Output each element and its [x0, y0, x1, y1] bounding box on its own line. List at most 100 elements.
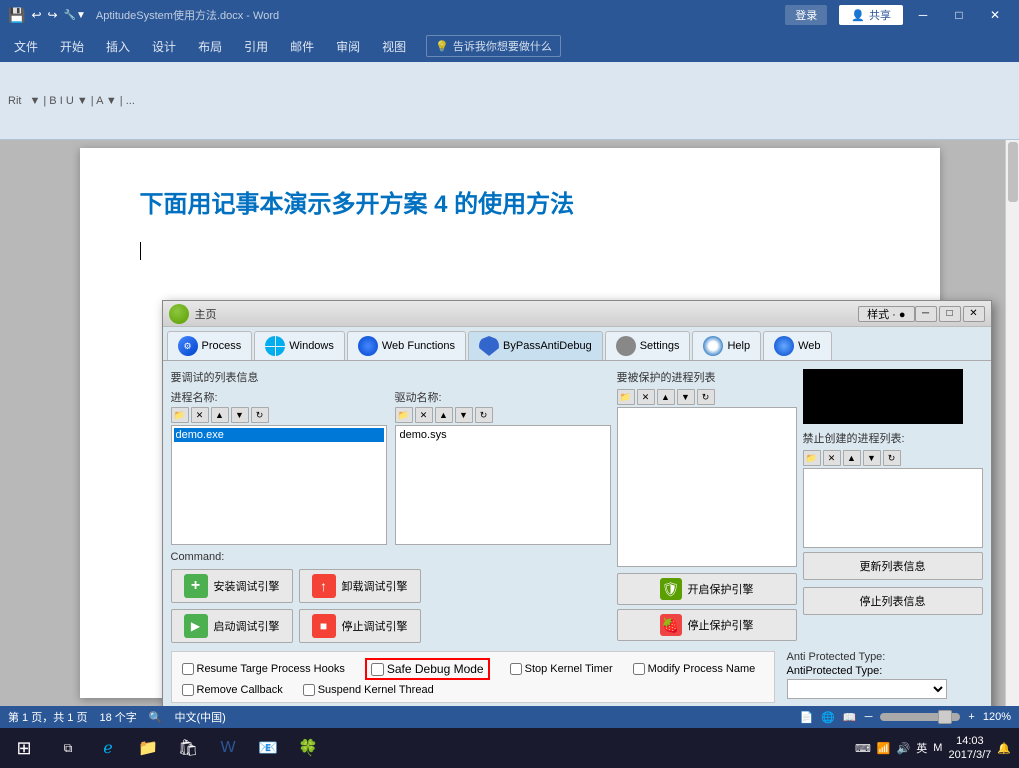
tab-layout[interactable]: 布局 — [188, 34, 232, 59]
stop-list-btn[interactable]: 停止列表信息 — [803, 587, 983, 615]
process-item[interactable]: demo.exe — [174, 428, 384, 442]
tab-design[interactable]: 设计 — [142, 34, 186, 59]
prot-open-btn[interactable]: 📁 — [617, 389, 635, 405]
prot-refresh-btn[interactable]: ↻ — [697, 389, 715, 405]
volume-icon[interactable]: 🔊 — [897, 742, 911, 755]
remove-callback-checkbox[interactable] — [182, 684, 194, 696]
zoom-handle[interactable] — [938, 710, 952, 724]
tab-start[interactable]: 开始 — [50, 34, 94, 59]
explorer-icon[interactable]: 📁 — [128, 728, 168, 768]
customize-icon[interactable]: 🔧▼ — [64, 10, 86, 21]
tab-settings[interactable]: Settings — [605, 331, 691, 360]
proc-open-btn[interactable]: 📁 — [171, 407, 189, 423]
ime-mode[interactable]: M — [933, 742, 942, 754]
store-icon[interactable]: 🛍 — [168, 728, 208, 768]
wifi-icon[interactable]: 📶 — [877, 742, 891, 755]
drv-open-btn[interactable]: 📁 — [395, 407, 413, 423]
save-icon[interactable]: 💾 — [8, 7, 25, 24]
login-button[interactable]: 登录 — [785, 5, 827, 25]
start-protection-btn[interactable]: 🛡 开启保护引擎 — [617, 573, 797, 605]
maximize-button[interactable]: □ — [943, 4, 975, 26]
suspend-kernel-checkbox[interactable] — [303, 684, 315, 696]
task-view-button[interactable]: ⧉ — [48, 728, 88, 768]
drv-refresh-btn[interactable]: ↻ — [475, 407, 493, 423]
minimize-button[interactable]: ─ — [907, 4, 939, 26]
driver-list[interactable]: demo.sys — [395, 425, 611, 545]
keyboard-icon[interactable]: ⌨ — [855, 742, 871, 755]
forb-delete-btn[interactable]: ✕ — [823, 450, 841, 466]
ime-lang[interactable]: 英 — [916, 740, 927, 756]
tab-help[interactable]: Help — [692, 331, 761, 360]
zoom-increase[interactable]: + — [968, 711, 974, 723]
drv-down-btn[interactable]: ▼ — [455, 407, 473, 423]
modify-process-checkbox[interactable] — [633, 663, 645, 675]
protected-list[interactable] — [617, 407, 797, 567]
uninstall-engine-btn[interactable]: ↑ 卸载调试引擎 — [299, 569, 421, 603]
prot-down-btn[interactable]: ▼ — [677, 389, 695, 405]
stop-engine-btn[interactable]: ■ 停止调试引擎 — [299, 609, 421, 643]
stop-protection-btn[interactable]: 🍓 停止保护引擎 — [617, 609, 797, 641]
forb-open-btn[interactable]: 📁 — [803, 450, 821, 466]
prot-up-btn[interactable]: ▲ — [657, 389, 675, 405]
shield-stop-icon: 🍓 — [660, 614, 682, 636]
undo-icon[interactable]: ↩ — [31, 8, 41, 22]
share-button[interactable]: 👤 共享 — [839, 5, 903, 25]
app-green-icon[interactable]: 🍀 — [288, 728, 328, 768]
app-close[interactable]: ✕ — [963, 306, 985, 322]
redo-icon[interactable]: ↪ — [48, 8, 58, 22]
tab-process[interactable]: ⚙ Process — [167, 331, 253, 360]
start-engine-btn[interactable]: ▶ 启动调试引擎 — [171, 609, 293, 643]
app-tabs: ⚙ Process Windows Web Functions — [163, 327, 991, 361]
install-engine-btn[interactable]: + 安装调试引擎 — [171, 569, 293, 603]
process-columns: 进程名称: 📁 ✕ ▲ ▼ ↻ demo.e — [171, 389, 611, 545]
tab-windows[interactable]: Windows — [254, 331, 345, 360]
middle-panel: 要被保护的进程列表 📁 ✕ ▲ ▼ ↻ — [617, 369, 797, 643]
zoom-bar[interactable] — [880, 713, 960, 721]
close-button[interactable]: ✕ — [979, 4, 1011, 26]
process-list[interactable]: demo.exe — [171, 425, 387, 545]
tab-reference[interactable]: 引用 — [234, 34, 278, 59]
proc-down-btn[interactable]: ▼ — [231, 407, 249, 423]
anti-type-select[interactable] — [787, 679, 947, 699]
update-list-btn[interactable]: 更新列表信息 — [803, 552, 983, 580]
word-titlebar: 💾 ↩ ↪ 🔧▼ AptitudeSystem使用方法.docx - Word … — [0, 0, 1019, 30]
forb-up-btn[interactable]: ▲ — [843, 450, 861, 466]
drv-up-btn[interactable]: ▲ — [435, 407, 453, 423]
app-restore[interactable]: □ — [939, 306, 961, 322]
tell-me-input[interactable]: 💡 告诉我你想要做什么 — [426, 35, 561, 57]
forb-down-btn[interactable]: ▼ — [863, 450, 881, 466]
tab-bypass[interactable]: ByPassAntiDebug — [468, 331, 603, 360]
title-text: AptitudeSystem使用方法.docx - Word — [96, 7, 279, 23]
tab-view[interactable]: 视图 — [372, 34, 416, 59]
start-button[interactable]: ⊞ — [0, 728, 48, 768]
style-button[interactable]: 样式 · ● — [858, 306, 914, 322]
page-count: 第 1 页，共 1 页 — [8, 709, 87, 725]
tab-web-functions[interactable]: Web Functions — [347, 331, 466, 360]
forb-refresh-btn[interactable]: ↻ — [883, 450, 901, 466]
outlook-icon[interactable]: 📧 — [248, 728, 288, 768]
proc-delete-btn[interactable]: ✕ — [191, 407, 209, 423]
proc-up-btn[interactable]: ▲ — [211, 407, 229, 423]
safe-debug-checkbox[interactable] — [371, 663, 384, 676]
driver-item[interactable]: demo.sys — [398, 428, 608, 442]
zoom-decrease[interactable]: ─ — [865, 711, 873, 723]
word-scrollbar[interactable] — [1005, 140, 1019, 706]
app-minimize[interactable]: ─ — [915, 306, 937, 322]
edge-icon[interactable]: ℯ — [88, 728, 128, 768]
tab-mail[interactable]: 邮件 — [280, 34, 324, 59]
tab-file[interactable]: 文件 — [4, 34, 48, 59]
word-icon[interactable]: W — [208, 728, 248, 768]
drv-delete-btn[interactable]: ✕ — [415, 407, 433, 423]
tab-web[interactable]: Web — [763, 331, 831, 360]
view-icon-read[interactable]: 📖 — [843, 711, 857, 724]
proc-refresh-btn[interactable]: ↻ — [251, 407, 269, 423]
view-icon-print[interactable]: 📄 — [800, 711, 814, 724]
notification-icon[interactable]: 🔔 — [997, 742, 1011, 755]
resume-hooks-checkbox[interactable] — [182, 663, 194, 675]
view-icon-web[interactable]: 🌐 — [821, 711, 835, 724]
tab-insert[interactable]: 插入 — [96, 34, 140, 59]
forbidden-list[interactable] — [803, 468, 983, 548]
stop-kernel-timer-checkbox[interactable] — [510, 663, 522, 675]
prot-delete-btn[interactable]: ✕ — [637, 389, 655, 405]
tab-review[interactable]: 审阅 — [326, 34, 370, 59]
